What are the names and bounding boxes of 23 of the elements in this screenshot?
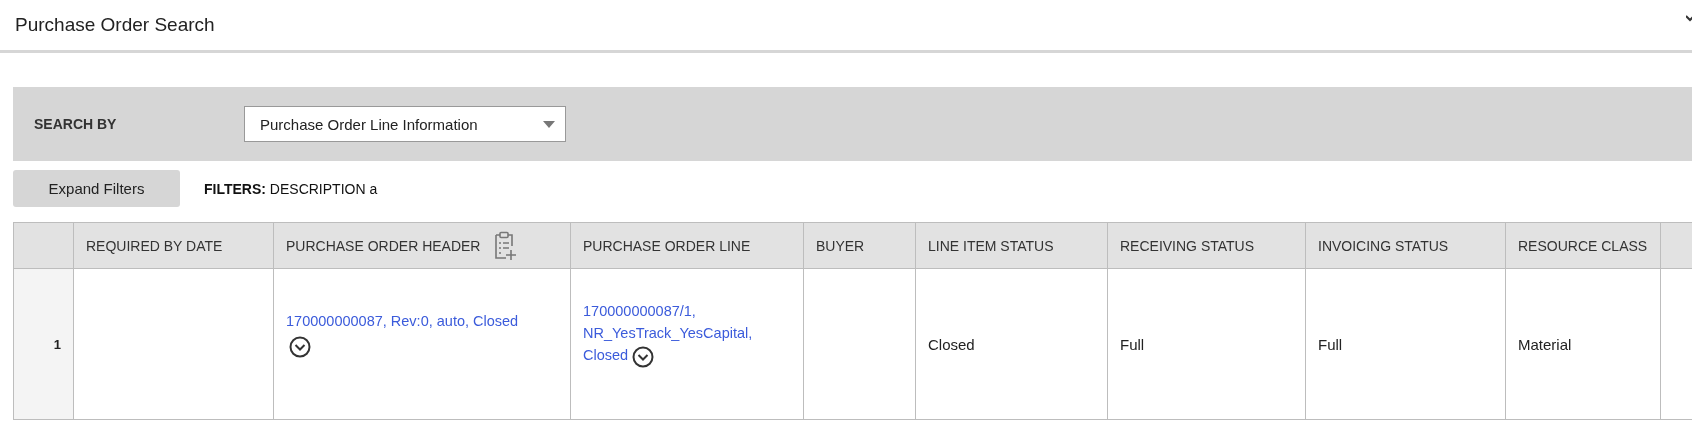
column-header: LINE ITEM STATUS (928, 238, 1054, 255)
search-by-label: SEARCH BY (34, 116, 118, 132)
table-cell: Closed (928, 335, 975, 353)
caret-icon (543, 120, 555, 128)
chevron-down-circle-icon[interactable] (632, 345, 655, 368)
table-cell: Material (1518, 335, 1572, 353)
column-header: PURCHASE ORDER LINE (583, 238, 751, 255)
row-number: 1 (53, 336, 61, 352)
clipboard-icon[interactable] (492, 230, 519, 261)
table-cell: Full (1318, 335, 1343, 353)
column-header: RECEIVING STATUS (1120, 238, 1255, 255)
column-header: RESOURCE CLASS (1518, 238, 1648, 255)
chevron-down-circle-icon[interactable] (289, 336, 311, 358)
page-title: Purchase Order Search (15, 14, 215, 36)
column-header: BUYER (816, 238, 865, 255)
column-header: REQUIRED BY DATE (86, 238, 223, 255)
search-by-dropdown[interactable]: Purchase Order Line Information (244, 106, 566, 142)
expand-filters-button[interactable]: Expand Filters (13, 170, 180, 207)
column-header: INVOICING STATUS (1318, 238, 1449, 255)
column-header: PURCHASE ORDER HEADER (286, 237, 481, 254)
chevron-down-icon[interactable] (1686, 14, 1692, 22)
filters-summary: FILTERS: DESCRIPTION a (204, 180, 378, 197)
table-cell: Full (1120, 335, 1145, 353)
